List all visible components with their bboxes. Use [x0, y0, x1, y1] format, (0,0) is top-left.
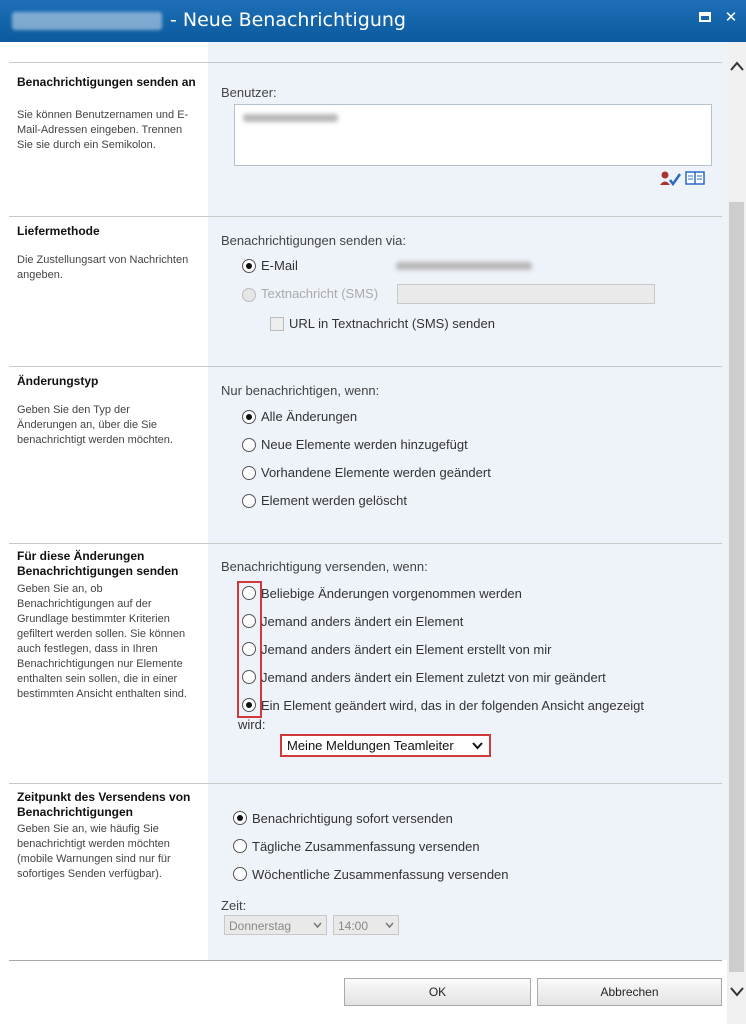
filter-lastmod-label: Jemand anders ändert ein Element zuletzt… — [261, 670, 606, 685]
change-modified-label: Vorhandene Elemente werden geändert — [261, 465, 491, 480]
chevron-down-icon — [472, 742, 483, 750]
url-sms-checkbox[interactable] — [270, 317, 284, 331]
section-divider — [9, 366, 722, 367]
filter-view-label-wrap: wird: — [238, 717, 266, 732]
ok-button[interactable]: OK — [344, 978, 531, 1006]
check-names-icon[interactable] — [659, 170, 682, 187]
section-divider — [9, 62, 722, 63]
close-icon[interactable]: ✕ — [722, 8, 740, 26]
day-select[interactable]: Donnerstag — [224, 915, 327, 935]
change-type-section-title: Änderungstyp — [17, 374, 99, 388]
time-select[interactable]: 14:00 — [333, 915, 399, 935]
time-label: Zeit: — [221, 898, 247, 913]
timing-section-desc: Geben Sie an, wie häufig Sie benachricht… — [17, 823, 171, 880]
maximize-icon[interactable] — [696, 8, 714, 26]
filter-created-label: Jemand anders ändert ein Element erstell… — [261, 642, 552, 657]
url-sms-label: URL in Textnachricht (SMS) senden — [289, 316, 495, 331]
delivery-section-title: Liefermethode — [17, 224, 100, 238]
filter-other-label: Jemand anders ändert ein Element — [261, 614, 464, 629]
email-address-redacted — [396, 262, 532, 270]
sms-label: Textnachricht (SMS) — [261, 286, 379, 301]
filter-other-radio[interactable] — [242, 614, 256, 628]
vertical-scrollbar[interactable] — [727, 42, 746, 1024]
scrollbar-thumb[interactable] — [729, 202, 744, 972]
cancel-button[interactable]: Abbrechen — [537, 978, 722, 1006]
filter-view-label: Ein Element geändert wird, das in der fo… — [261, 698, 645, 713]
send-via-label: Benachrichtigungen senden via: — [221, 233, 407, 248]
window-title: - Neue Benachrichtigung — [170, 9, 406, 31]
section-divider — [9, 783, 722, 784]
recipients-section-desc: Sie können Benutzernamen und E-Mail-Adre… — [17, 109, 189, 151]
day-select-value: Donnerstag — [229, 919, 292, 933]
filter-created-radio[interactable] — [242, 642, 256, 656]
email-radio[interactable] — [242, 259, 256, 273]
filter-view-radio[interactable] — [242, 698, 256, 712]
filter-any-label: Beliebige Änderungen vorgenommen werden — [261, 586, 522, 601]
change-new-radio[interactable] — [242, 438, 256, 452]
scroll-up-icon[interactable] — [727, 56, 746, 76]
user-name-redacted — [243, 114, 338, 122]
change-new-label: Neue Elemente werden hinzugefügt — [261, 437, 468, 452]
chevron-down-icon — [313, 922, 322, 928]
filter-any-radio[interactable] — [242, 586, 256, 600]
time-select-value: 14:00 — [338, 919, 369, 933]
change-all-radio[interactable] — [242, 410, 256, 424]
timing-section-title: Zeitpunkt des Versendens von Benachricht… — [17, 790, 191, 819]
view-select[interactable]: Meine Meldungen Teamleiter — [280, 734, 491, 757]
timing-daily-radio[interactable] — [233, 839, 247, 853]
users-label: Benutzer: — [221, 85, 277, 100]
change-deleted-radio[interactable] — [242, 494, 256, 508]
delivery-section-desc: Die Zustellungsart von Nachrichten angeb… — [17, 254, 189, 281]
filter-lastmod-radio[interactable] — [242, 670, 256, 684]
change-type-label: Nur benachrichtigen, wenn: — [221, 383, 380, 398]
filter-section-title: Für diese Änderungen Benachrichtigungen … — [17, 549, 179, 578]
change-deleted-label: Element werden gelöscht — [261, 493, 407, 508]
dialog-content: Benachrichtigungen senden an Sie können … — [0, 42, 727, 1024]
change-all-label: Alle Änderungen — [261, 409, 358, 424]
timing-weekly-label: Wöchentliche Zusammenfassung versenden — [252, 867, 509, 882]
window-titlebar: - Neue Benachrichtigung ✕ — [0, 0, 746, 42]
users-input[interactable] — [234, 104, 712, 166]
address-book-icon[interactable] — [685, 170, 705, 186]
sms-radio[interactable] — [242, 288, 256, 302]
timing-daily-label: Tägliche Zusammenfassung versenden — [252, 839, 480, 854]
section-divider — [9, 216, 722, 217]
timing-weekly-radio[interactable] — [233, 867, 247, 881]
view-select-value: Meine Meldungen Teamleiter — [287, 738, 454, 753]
filter-label: Benachrichtigung versenden, wenn: — [221, 559, 428, 574]
section-divider — [9, 543, 722, 544]
scroll-down-icon[interactable] — [727, 982, 746, 1002]
timing-immediate-label: Benachrichtigung sofort versenden — [252, 811, 453, 826]
filter-section-desc: Geben Sie an, ob Benachrichtigungen auf … — [17, 583, 187, 700]
section-divider — [9, 960, 722, 961]
chevron-down-icon — [385, 922, 394, 928]
email-label: E-Mail — [261, 258, 298, 273]
site-name-redacted — [12, 12, 162, 30]
recipients-section-title: Benachrichtigungen senden an — [17, 75, 196, 89]
timing-immediate-radio[interactable] — [233, 811, 247, 825]
change-modified-radio[interactable] — [242, 466, 256, 480]
change-type-section-desc: Geben Sie den Typ der Änderungen an, übe… — [17, 404, 173, 446]
sms-number-input[interactable] — [397, 284, 655, 304]
